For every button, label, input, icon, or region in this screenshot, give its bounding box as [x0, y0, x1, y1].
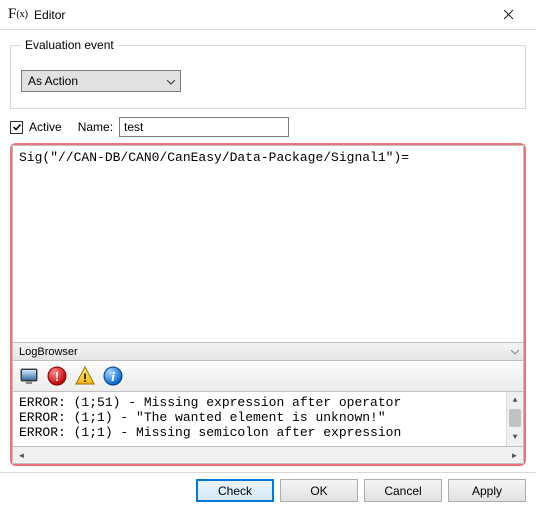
close-button[interactable]: [486, 1, 530, 29]
apply-button[interactable]: Apply: [448, 479, 526, 502]
scroll-down-icon: ▼: [507, 429, 523, 446]
log-line: ERROR: (1;1) - "The wanted element is un…: [19, 410, 386, 425]
dialog-button-bar: Check OK Cancel Apply: [0, 472, 536, 510]
error-icon: !: [46, 365, 68, 387]
evaluation-event-value: As Action: [28, 74, 78, 88]
log-line: ERROR: (1;1) - Missing semicolon after e…: [19, 425, 401, 440]
name-input[interactable]: [119, 117, 289, 137]
svg-text:!: !: [55, 369, 59, 384]
active-label: Active: [29, 120, 62, 134]
svg-text:i: i: [111, 369, 115, 384]
clear-log-button[interactable]: [17, 364, 41, 388]
info-icon: i: [102, 365, 124, 387]
log-browser-title: LogBrowser: [19, 346, 78, 358]
svg-text:!: !: [83, 371, 87, 385]
scroll-right-icon: ►: [506, 451, 523, 460]
log-line: ERROR: (1;51) - Missing expression after…: [19, 395, 401, 410]
log-browser-header[interactable]: LogBrowser: [12, 343, 524, 361]
check-button[interactable]: Check: [196, 479, 274, 502]
editor-highlight-region: Sig("//CAN-DB/CAN0/CanEasy/Data-Package/…: [10, 143, 526, 466]
titlebar: F(x) Editor: [0, 0, 536, 30]
info-filter-button[interactable]: i: [101, 364, 125, 388]
warning-icon: !: [74, 365, 96, 387]
log-output[interactable]: ERROR: (1;51) - Missing expression after…: [12, 391, 524, 447]
check-icon: [12, 122, 22, 132]
log-toolbar: ! ! i: [12, 361, 524, 391]
close-icon: [503, 9, 514, 20]
evaluation-event-legend: Evaluation event: [21, 38, 118, 52]
chevron-down-icon: [511, 346, 519, 358]
vertical-scrollbar[interactable]: ▲ ▼: [506, 392, 523, 446]
scroll-left-icon: ◄: [13, 451, 30, 460]
active-checkbox[interactable]: [10, 121, 23, 134]
code-editor[interactable]: Sig("//CAN-DB/CAN0/CanEasy/Data-Package/…: [12, 145, 524, 343]
warnings-filter-button[interactable]: !: [73, 364, 97, 388]
cancel-button[interactable]: Cancel: [364, 479, 442, 502]
horizontal-scrollbar[interactable]: ◄ ►: [12, 447, 524, 464]
window-title: Editor: [34, 8, 65, 22]
ok-button[interactable]: OK: [280, 479, 358, 502]
evaluation-event-dropdown[interactable]: As Action: [21, 70, 181, 92]
monitor-icon: [18, 365, 40, 387]
app-icon: F(x): [8, 6, 28, 23]
name-label: Name:: [78, 120, 113, 134]
evaluation-event-group: Evaluation event As Action: [10, 38, 526, 109]
errors-filter-button[interactable]: !: [45, 364, 69, 388]
scroll-up-icon: ▲: [507, 392, 523, 409]
